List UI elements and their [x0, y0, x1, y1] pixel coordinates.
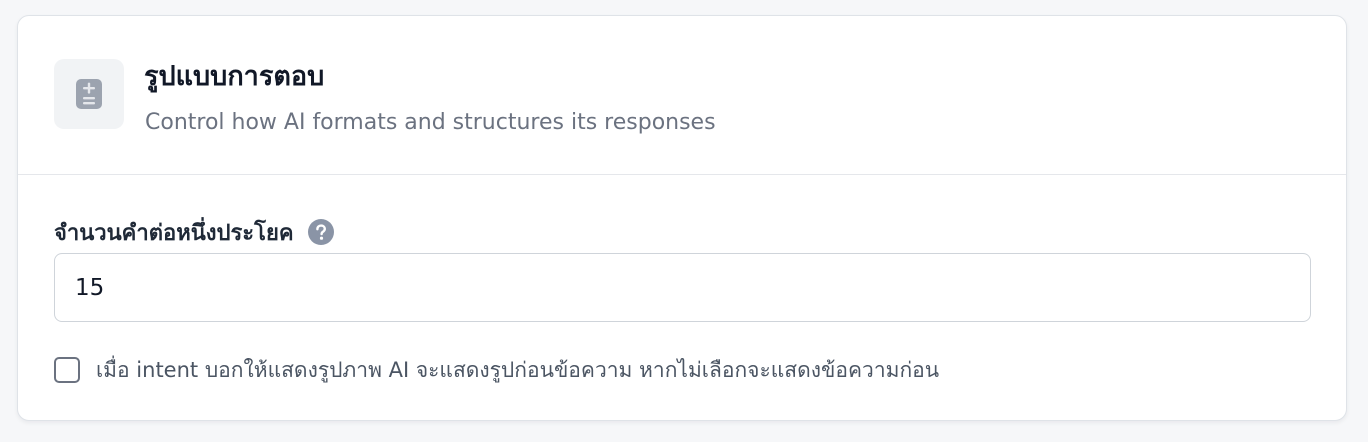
card-title: รูปแบบการตอบ — [144, 61, 325, 92]
card-header: รูปแบบการตอบ Control how AI formats and … — [18, 16, 1346, 175]
help-circle-icon[interactable] — [307, 219, 334, 245]
words-per-sentence-input[interactable] — [54, 253, 1311, 322]
image-first-checkbox-label[interactable]: เมื่อ intent บอกให้แสดงรูปภาพ AI จะแสดงร… — [96, 354, 939, 387]
words-per-sentence-label: จำนวนคำต่อหนึ่งประโยค — [54, 220, 294, 246]
words-per-sentence-label-row: จำนวนคำต่อหนึ่งประโยค — [54, 216, 334, 248]
image-first-option: เมื่อ intent บอกให้แสดงรูปภาพ AI จะแสดงร… — [54, 354, 939, 386]
response-format-card: รูปแบบการตอบ Control how AI formats and … — [17, 15, 1347, 421]
image-first-checkbox[interactable] — [54, 357, 80, 383]
card-subtitle: Control how AI formats and structures it… — [145, 110, 716, 135]
calculator-icon — [54, 59, 124, 129]
